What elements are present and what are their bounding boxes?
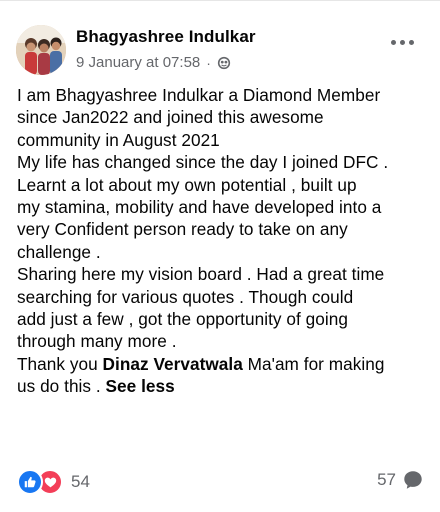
post-text-line: community in August 2021 xyxy=(17,129,220,150)
avatar[interactable] xyxy=(16,25,66,75)
post-text-fragment: Ma'am for making xyxy=(247,353,385,374)
author-name[interactable]: Bhagyashree Indulkar xyxy=(76,27,256,47)
post-text-line: very Confident person ready to take on a… xyxy=(17,219,348,240)
see-less-link[interactable]: See less xyxy=(106,376,175,396)
post-text-line: I am Bhagyashree Indulkar a Diamond Memb… xyxy=(17,85,381,105)
post-text-line: Learnt a lot about my own potential , bu… xyxy=(17,174,357,195)
more-options-button[interactable] xyxy=(382,30,422,54)
post-text-line: my stamina, mobility and have developed … xyxy=(17,197,382,218)
post-text-line: challenge . xyxy=(17,241,101,262)
post-text-line: Thank you Dinaz Vervatwala Ma'am for mak… xyxy=(17,353,427,375)
globe-icon[interactable] xyxy=(217,56,231,70)
post-text: I am Bhagyashree Indulkar a Diamond Memb… xyxy=(17,84,427,398)
post-text-line: since Jan2022 and joined this awesome xyxy=(17,107,324,128)
post-text-line: searching for various quotes . Though co… xyxy=(17,286,354,307)
post-text-line: through many more . xyxy=(17,331,177,352)
comment-count: 57 xyxy=(377,470,396,489)
reaction-count: 54 xyxy=(71,472,90,491)
ellipsis-dot xyxy=(408,39,414,45)
ellipsis-dot xyxy=(399,39,405,45)
post-text-line: add just a few , got the opportunity of … xyxy=(17,309,348,330)
top-divider xyxy=(0,0,440,1)
reactions-summary[interactable]: 54 xyxy=(17,469,90,495)
comment-bubble-icon xyxy=(404,471,422,489)
post-timestamp[interactable]: 9 January at 07:58 xyxy=(76,54,200,71)
ellipsis-icon xyxy=(390,39,396,45)
post-meta: 9 January at 07:58 · xyxy=(76,54,231,71)
meta-separator: · xyxy=(206,54,211,71)
comment-count-button[interactable]: 57 xyxy=(377,469,424,491)
avatar-photo xyxy=(16,25,66,75)
post-text-line: us do this . See less xyxy=(17,375,427,397)
post-text-line: Sharing here my vision board . Had a gre… xyxy=(17,264,385,285)
post-text-fragment: us do this . xyxy=(17,376,106,397)
like-icon xyxy=(17,469,43,495)
post-text-line: My life has changed since the day I join… xyxy=(17,152,389,173)
post-text-fragment: Thank you xyxy=(17,353,103,374)
mention-link[interactable]: Dinaz Vervatwala xyxy=(103,354,243,374)
